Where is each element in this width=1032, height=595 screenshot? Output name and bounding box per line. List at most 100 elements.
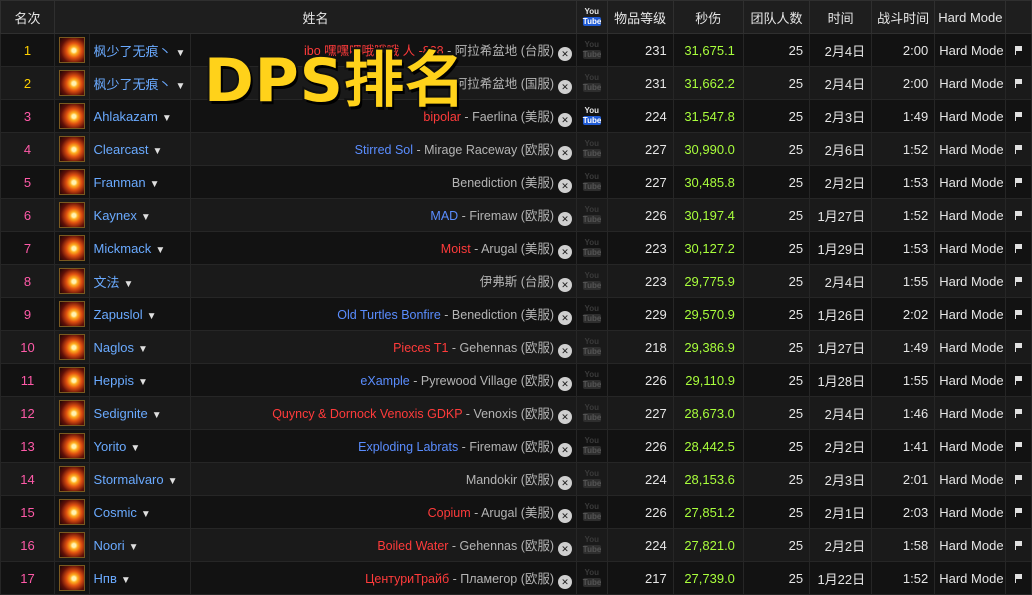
player-cell[interactable]: Naglos ▼ xyxy=(88,330,192,364)
flag-icon[interactable] xyxy=(1015,441,1023,451)
player-name-link[interactable]: Zapuslol xyxy=(94,307,143,322)
report-cell[interactable] xyxy=(1005,99,1032,133)
player-cell[interactable]: Yorito ▼ xyxy=(88,429,192,463)
guild-link[interactable]: Pieces T1 xyxy=(393,341,448,355)
flag-icon[interactable] xyxy=(1015,177,1023,187)
flag-icon[interactable] xyxy=(1015,375,1023,385)
player-name-link[interactable]: Franman xyxy=(94,175,146,190)
chevron-down-icon[interactable]: ▼ xyxy=(138,344,148,355)
flag-icon[interactable] xyxy=(1015,408,1023,418)
player-cell[interactable]: Stormalvaro ▼ xyxy=(88,462,192,496)
table-row[interactable]: 12 Sedignite ▼ Quyncy & Dornock Venoxis GDK… xyxy=(0,396,1032,430)
report-cell[interactable] xyxy=(1005,198,1032,232)
player-cell[interactable]: Clearcast ▼ xyxy=(88,132,192,166)
report-cell[interactable] xyxy=(1005,462,1032,496)
player-name-link[interactable]: 枫少了无痕丶 xyxy=(94,77,172,92)
chevron-down-icon[interactable]: ▼ xyxy=(162,113,172,124)
player-cell[interactable]: Franman ▼ xyxy=(88,165,192,199)
flag-icon[interactable] xyxy=(1015,342,1023,352)
guild-link[interactable]: Stirred Sol xyxy=(355,143,413,157)
player-cell[interactable]: Ahlakazam ▼ xyxy=(88,99,192,133)
report-cell[interactable] xyxy=(1005,429,1032,463)
flag-icon[interactable] xyxy=(1015,309,1023,319)
col-rank-header[interactable]: 名次 xyxy=(0,0,55,34)
report-cell[interactable] xyxy=(1005,396,1032,430)
report-cell[interactable] xyxy=(1005,363,1032,397)
youtube-icon[interactable]: You Tube xyxy=(582,106,601,125)
chevron-down-icon[interactable]: ▼ xyxy=(152,410,162,421)
player-cell[interactable]: Zapuslol ▼ xyxy=(88,297,192,331)
table-row[interactable]: 14 Stormalvaro ▼ Mandokir (欧服) ✕ You Tube 224 28… xyxy=(0,462,1032,496)
guild-link[interactable]: ЦентуриТрайб xyxy=(365,572,449,586)
col-duration-header[interactable]: 战斗时间 xyxy=(871,0,936,34)
flag-icon[interactable] xyxy=(1015,210,1023,220)
report-cell[interactable] xyxy=(1005,33,1032,67)
chevron-down-icon[interactable]: ▼ xyxy=(138,377,148,388)
chevron-down-icon[interactable]: ▼ xyxy=(141,212,151,223)
player-name-link[interactable]: Heppis xyxy=(94,373,134,388)
player-cell[interactable]: Kaynex ▼ xyxy=(88,198,192,232)
player-name-link[interactable]: 枫少了无痕丶 xyxy=(94,44,172,59)
table-row[interactable]: 15 Cosmic ▼ Copium - Arugal (美服) ✕ You Tube 226… xyxy=(0,495,1032,529)
col-date-header[interactable]: 时间 xyxy=(809,0,873,34)
report-cell[interactable] xyxy=(1005,66,1032,100)
chevron-down-icon[interactable]: ▼ xyxy=(141,509,151,520)
player-name-link[interactable]: Kaynex xyxy=(94,208,137,223)
player-cell[interactable]: 枫少了无痕丶 ▼ xyxy=(88,33,192,67)
table-row[interactable]: 11 Heppis ▼ eXample - Pyrewood Village (欧服)… xyxy=(0,363,1032,397)
player-name-link[interactable]: Stormalvaro xyxy=(94,472,164,487)
guild-link[interactable]: Moist xyxy=(441,242,471,256)
player-cell[interactable]: Heppis ▼ xyxy=(88,363,192,397)
col-dps-header[interactable]: 秒伤 xyxy=(672,0,744,34)
chevron-down-icon[interactable]: ▼ xyxy=(150,179,160,190)
flag-icon[interactable] xyxy=(1015,144,1023,154)
table-row[interactable]: 3 Ahlakazam ▼ bipolar - Faerlina (美服) ✕ You Tu… xyxy=(0,99,1032,133)
player-cell[interactable]: 枫少了无痕丶 ▼ xyxy=(88,66,192,100)
flag-icon[interactable] xyxy=(1015,111,1023,121)
report-cell[interactable] xyxy=(1005,561,1032,595)
guild-link[interactable]: Old Turtles Bonfire xyxy=(337,308,441,322)
chevron-down-icon[interactable]: ▼ xyxy=(155,245,165,256)
flag-icon[interactable] xyxy=(1015,78,1023,88)
player-name-link[interactable]: Sedignite xyxy=(94,406,148,421)
player-cell[interactable]: Cosmic ▼ xyxy=(88,495,192,529)
guild-link[interactable]: MAD xyxy=(430,209,458,223)
col-youtube-header[interactable]: You Tube xyxy=(576,0,608,34)
flag-icon[interactable] xyxy=(1015,474,1023,484)
col-size-header[interactable]: 团队人数 xyxy=(742,0,811,34)
report-cell[interactable] xyxy=(1005,528,1032,562)
player-name-link[interactable]: Naglos xyxy=(94,340,134,355)
report-cell[interactable] xyxy=(1005,264,1032,298)
table-row[interactable]: 2 枫少了无痕丶 ▼ 阿拉希盆地 (国服) ✕ You Tube 231 31,662.2 25 2… xyxy=(0,66,1032,100)
report-cell[interactable] xyxy=(1005,231,1032,265)
table-row[interactable]: 8 文法 ▼ 伊弗斯 (台服) ✕ You Tube 223 29,775.9 25 2月4日 1:5… xyxy=(0,264,1032,298)
report-cell[interactable] xyxy=(1005,132,1032,166)
chevron-down-icon[interactable]: ▼ xyxy=(130,443,140,454)
flag-icon[interactable] xyxy=(1015,243,1023,253)
chevron-down-icon[interactable]: ▼ xyxy=(129,542,139,553)
player-name-link[interactable]: Ahlakazam xyxy=(94,109,158,124)
table-row[interactable]: 16 Noori ▼ Boiled Water - Gehennas (欧服) ✕ You… xyxy=(0,528,1032,562)
youtube-cell[interactable]: You Tube xyxy=(576,99,608,133)
player-cell[interactable]: Noori ▼ xyxy=(88,528,192,562)
report-cell[interactable] xyxy=(1005,495,1032,529)
table-row[interactable]: 7 Mickmack ▼ Moist - Arugal (美服) ✕ You Tube 223… xyxy=(0,231,1032,265)
flag-icon[interactable] xyxy=(1015,276,1023,286)
player-name-link[interactable]: Clearcast xyxy=(94,142,149,157)
flag-icon[interactable] xyxy=(1015,573,1023,583)
col-difficulty-header[interactable]: Hard Mode xyxy=(934,0,1007,34)
flag-icon[interactable] xyxy=(1015,540,1023,550)
table-row[interactable]: 17 Нпв ▼ ЦентуриТрайб - Пламегор (欧服) ✕ You Tu… xyxy=(0,561,1032,595)
table-row[interactable]: 6 Kaynex ▼ MAD - Firemaw (欧服) ✕ You Tube 226 30,… xyxy=(0,198,1032,232)
report-cell[interactable] xyxy=(1005,165,1032,199)
guild-link[interactable]: Boiled Water xyxy=(377,539,448,553)
table-row[interactable]: 10 Naglos ▼ Pieces T1 - Gehennas (欧服) ✕ You Tu… xyxy=(0,330,1032,364)
player-name-link[interactable]: Yorito xyxy=(94,439,127,454)
col-name-header[interactable]: 姓名 xyxy=(53,0,578,34)
chevron-down-icon[interactable]: ▼ xyxy=(152,146,162,157)
player-name-link[interactable]: Cosmic xyxy=(94,505,137,520)
player-cell[interactable]: Нпв ▼ xyxy=(88,561,192,595)
chevron-down-icon[interactable]: ▼ xyxy=(124,279,134,290)
player-cell[interactable]: Mickmack ▼ xyxy=(88,231,192,265)
table-row[interactable]: 4 Clearcast ▼ Stirred Sol - Mirage Raceway … xyxy=(0,132,1032,166)
